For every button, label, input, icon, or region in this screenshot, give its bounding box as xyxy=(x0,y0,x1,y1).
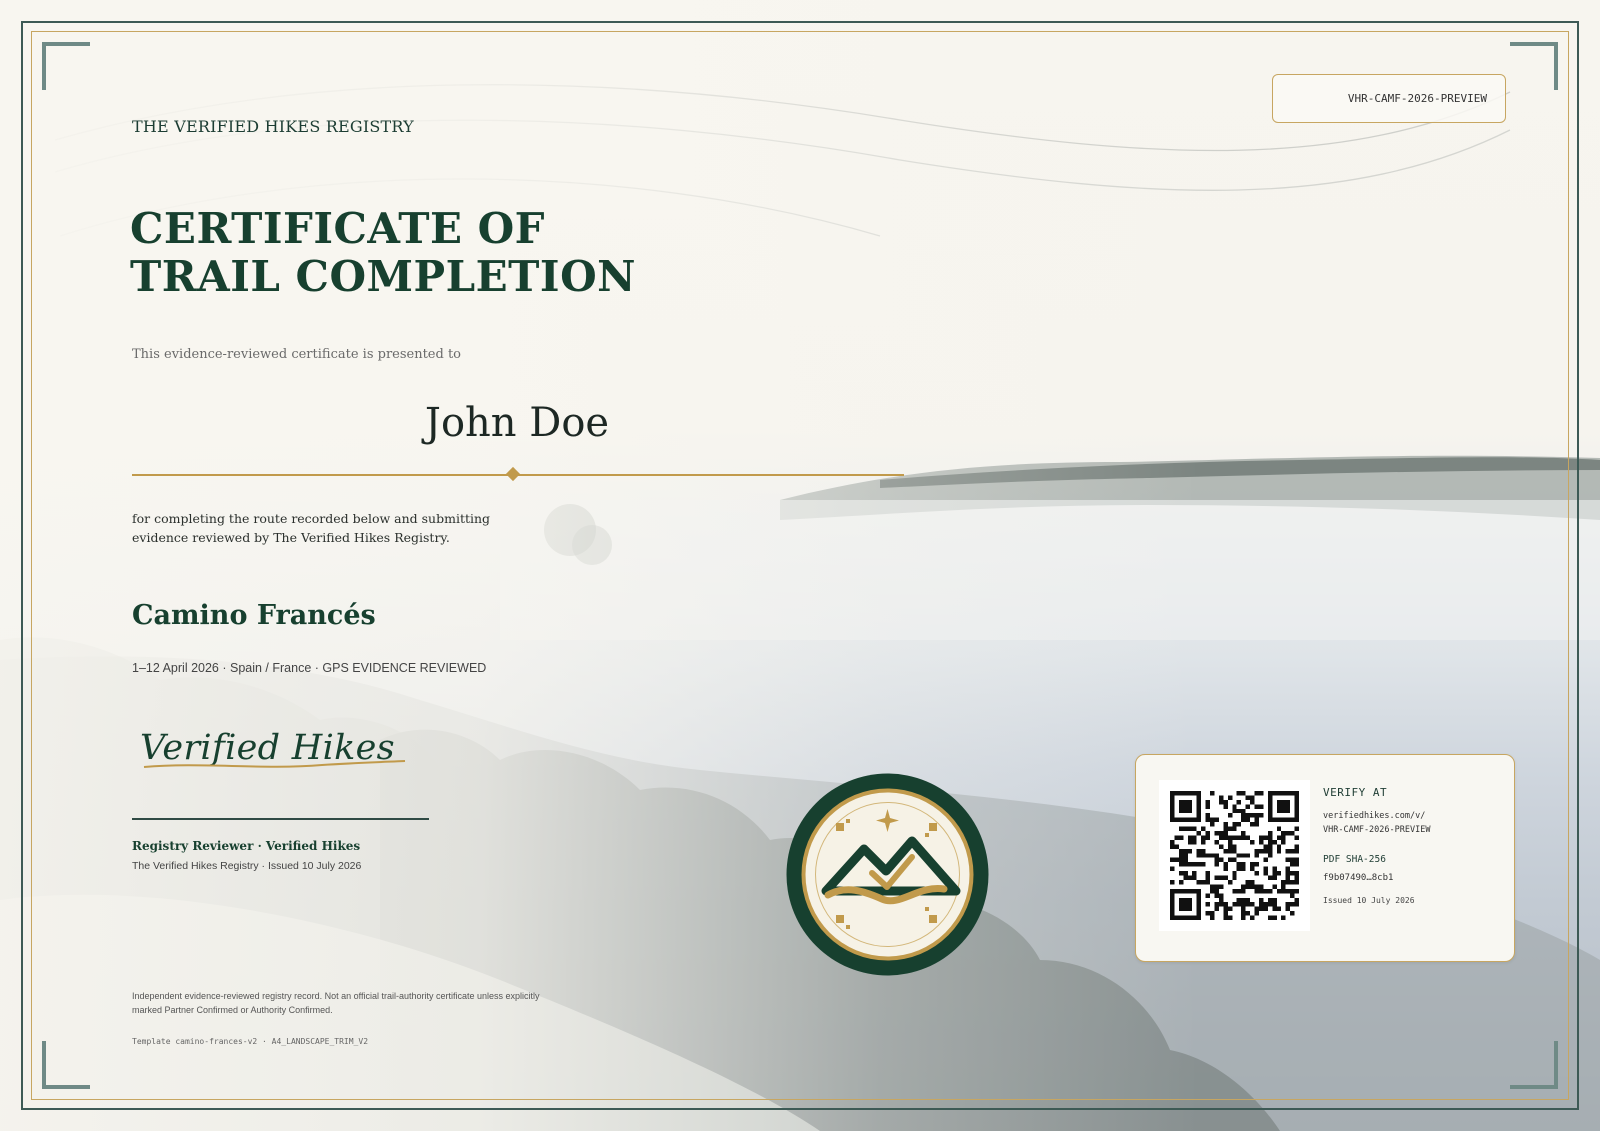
verification-card: VERIFY AT verifiedhikes.com/v/ VHR-CAMF-… xyxy=(1135,754,1515,962)
certificate-title: CERTIFICATE OF TRAIL COMPLETION xyxy=(130,205,636,301)
certificate-id-badge: VHR-CAMF-2026-PREVIEW xyxy=(1272,74,1506,123)
verify-url-line-2: VHR-CAMF-2026-PREVIEW xyxy=(1323,825,1431,835)
template-info: Template camino-frances-v2 · A4_LANDSCAP… xyxy=(132,1037,369,1046)
completion-statement: for completing the route recorded below … xyxy=(132,511,491,545)
reviewer-subtitle: The Verified Hikes Registry · Issued 10 … xyxy=(132,860,362,872)
route-details: 1–12 April 2026 · Spain / France · GPS E… xyxy=(132,661,487,675)
title-line-2: TRAIL COMPLETION xyxy=(130,252,637,301)
signature-swash-icon xyxy=(143,760,406,768)
title-line-1: CERTIFICATE OF xyxy=(130,204,545,253)
corner-bracket-bottom-right xyxy=(1510,1041,1558,1089)
disclaimer-text: Independent evidence-reviewed registry r… xyxy=(132,991,540,1015)
verify-label: VERIFY AT xyxy=(1323,786,1388,799)
recipient-name: John Doe xyxy=(424,400,610,446)
corner-bracket-bottom-left xyxy=(42,1041,90,1089)
registry-name: THE VERIFIED HIKES REGISTRY xyxy=(132,117,414,136)
route-name: Camino Francés xyxy=(132,600,376,631)
qr-code-pattern xyxy=(1170,791,1299,920)
sha-label: PDF SHA-256 xyxy=(1323,854,1386,865)
reviewer-title: Registry Reviewer · Verified Hikes xyxy=(132,839,361,853)
issued-date: Issued 10 July 2026 xyxy=(1323,896,1415,905)
sha-value: f9b07490…8cb1 xyxy=(1323,873,1394,883)
signature-line xyxy=(132,818,429,820)
corner-bracket-top-right xyxy=(1510,42,1558,90)
qr-code-icon[interactable] xyxy=(1159,780,1310,931)
corner-bracket-top-left xyxy=(42,42,90,90)
verify-url[interactable]: verifiedhikes.com/v/ VHR-CAMF-2026-PREVI… xyxy=(1323,809,1430,837)
presented-to-text: This evidence-reviewed certificate is pr… xyxy=(132,347,462,362)
verify-url-line-1: verifiedhikes.com/v/ xyxy=(1323,811,1426,821)
certificate-id-text: VHR-CAMF-2026-PREVIEW xyxy=(1347,92,1487,105)
mountain-check-seal-icon xyxy=(786,773,989,976)
